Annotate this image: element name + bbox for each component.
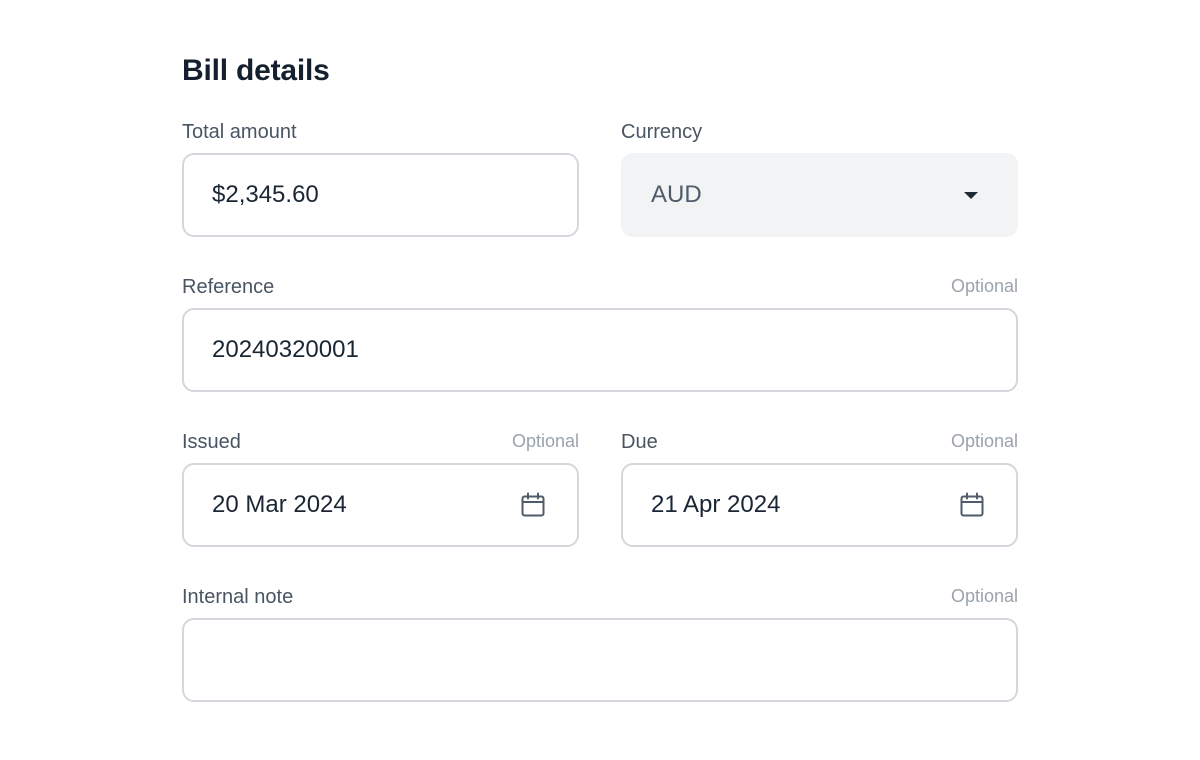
currency-value: AUD <box>651 181 702 208</box>
internal-note-label: Internal note <box>182 586 294 608</box>
reference-value: 20240320001 <box>212 336 359 363</box>
total-amount-input[interactable]: $2,345.60 <box>182 153 579 237</box>
reference-input[interactable]: 20240320001 <box>182 308 1018 392</box>
currency-label: Currency <box>621 121 703 143</box>
issued-optional-hint: Optional <box>511 431 579 451</box>
total-amount-value: $2,345.60 <box>212 181 319 208</box>
reference-field: Reference Optional 20240320001 <box>182 275 1018 392</box>
issued-date-input[interactable]: 20 Mar 2024 <box>182 463 579 547</box>
reference-label: Reference <box>182 276 275 298</box>
total-amount-label: Total amount <box>182 121 297 143</box>
chevron-down-icon <box>964 191 978 199</box>
internal-note-input[interactable] <box>182 618 1018 702</box>
issued-label: Issued <box>182 431 241 453</box>
reference-optional-hint: Optional <box>950 276 1018 296</box>
currency-field: Currency AUD <box>621 120 1018 237</box>
issued-field: Issued Optional 20 Mar 2024 <box>182 430 579 547</box>
due-field: Due Optional 21 Apr 2024 <box>621 430 1018 547</box>
page-title: Bill details <box>182 54 330 87</box>
due-value: 21 Apr 2024 <box>651 491 781 518</box>
internal-note-optional-hint: Optional <box>950 586 1018 606</box>
due-label: Due <box>621 431 658 453</box>
issued-value: 20 Mar 2024 <box>212 491 347 518</box>
calendar-icon[interactable] <box>519 491 547 519</box>
currency-select[interactable]: AUD <box>621 153 1018 237</box>
due-date-input[interactable]: 21 Apr 2024 <box>621 463 1018 547</box>
calendar-icon[interactable] <box>958 491 986 519</box>
due-optional-hint: Optional <box>950 431 1018 451</box>
internal-note-field: Internal note Optional <box>182 585 1018 702</box>
total-amount-field: Total amount $2,345.60 <box>182 120 579 237</box>
